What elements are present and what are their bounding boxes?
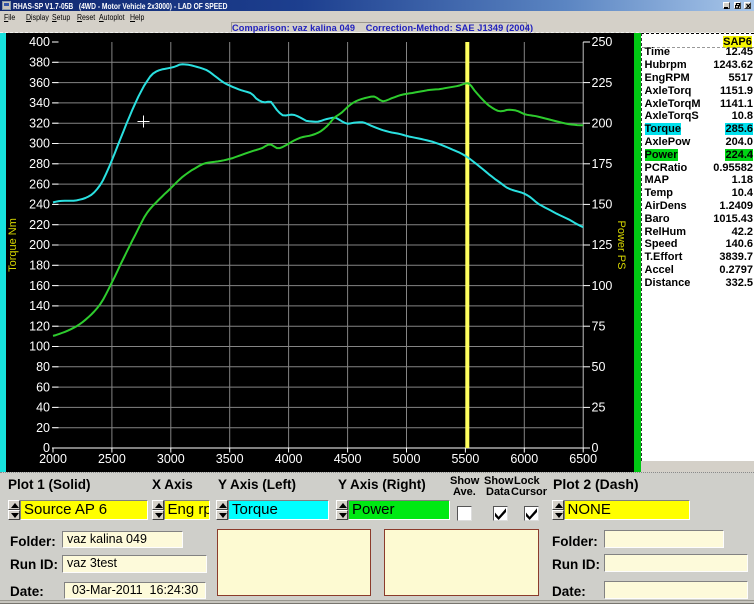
svg-text:25: 25 (592, 401, 606, 415)
svg-text:180: 180 (29, 259, 50, 273)
svg-text:4000: 4000 (275, 452, 303, 466)
svg-text:150: 150 (592, 198, 613, 212)
svg-text:225: 225 (592, 76, 613, 90)
svg-text:175: 175 (592, 157, 613, 171)
svg-text:380: 380 (29, 56, 50, 70)
svg-text:100: 100 (592, 279, 613, 293)
svg-text:160: 160 (29, 279, 50, 293)
svg-text:5500: 5500 (451, 452, 479, 466)
svg-text:250: 250 (592, 35, 613, 49)
svg-text:360: 360 (29, 76, 50, 90)
svg-text:400: 400 (29, 35, 50, 49)
svg-text:Torque Nm: Torque Nm (7, 218, 19, 272)
svg-text:40: 40 (36, 401, 50, 415)
svg-text:3000: 3000 (157, 452, 185, 466)
svg-text:260: 260 (29, 177, 50, 191)
svg-text:4500: 4500 (334, 452, 362, 466)
svg-text:200: 200 (592, 116, 613, 130)
svg-text:6500: 6500 (569, 452, 597, 466)
svg-text:2000: 2000 (39, 452, 67, 466)
svg-text:280: 280 (29, 157, 50, 171)
svg-text:200: 200 (29, 238, 50, 252)
svg-text:5000: 5000 (393, 452, 421, 466)
svg-text:Power PS: Power PS (615, 221, 627, 270)
svg-text:140: 140 (29, 299, 50, 313)
svg-text:120: 120 (29, 319, 50, 333)
svg-text:50: 50 (592, 360, 606, 374)
svg-text:20: 20 (36, 421, 50, 435)
svg-text:3500: 3500 (216, 452, 244, 466)
svg-text:240: 240 (29, 198, 50, 212)
svg-text:80: 80 (36, 360, 50, 374)
svg-text:320: 320 (29, 116, 50, 130)
svg-text:60: 60 (36, 380, 50, 394)
svg-text:340: 340 (29, 96, 50, 110)
svg-text:6000: 6000 (510, 452, 538, 466)
svg-text:220: 220 (29, 218, 50, 232)
svg-text:100: 100 (29, 340, 50, 354)
svg-text:300: 300 (29, 137, 50, 151)
svg-text:2500: 2500 (98, 452, 126, 466)
svg-text:125: 125 (592, 238, 613, 252)
svg-text:75: 75 (592, 319, 606, 333)
